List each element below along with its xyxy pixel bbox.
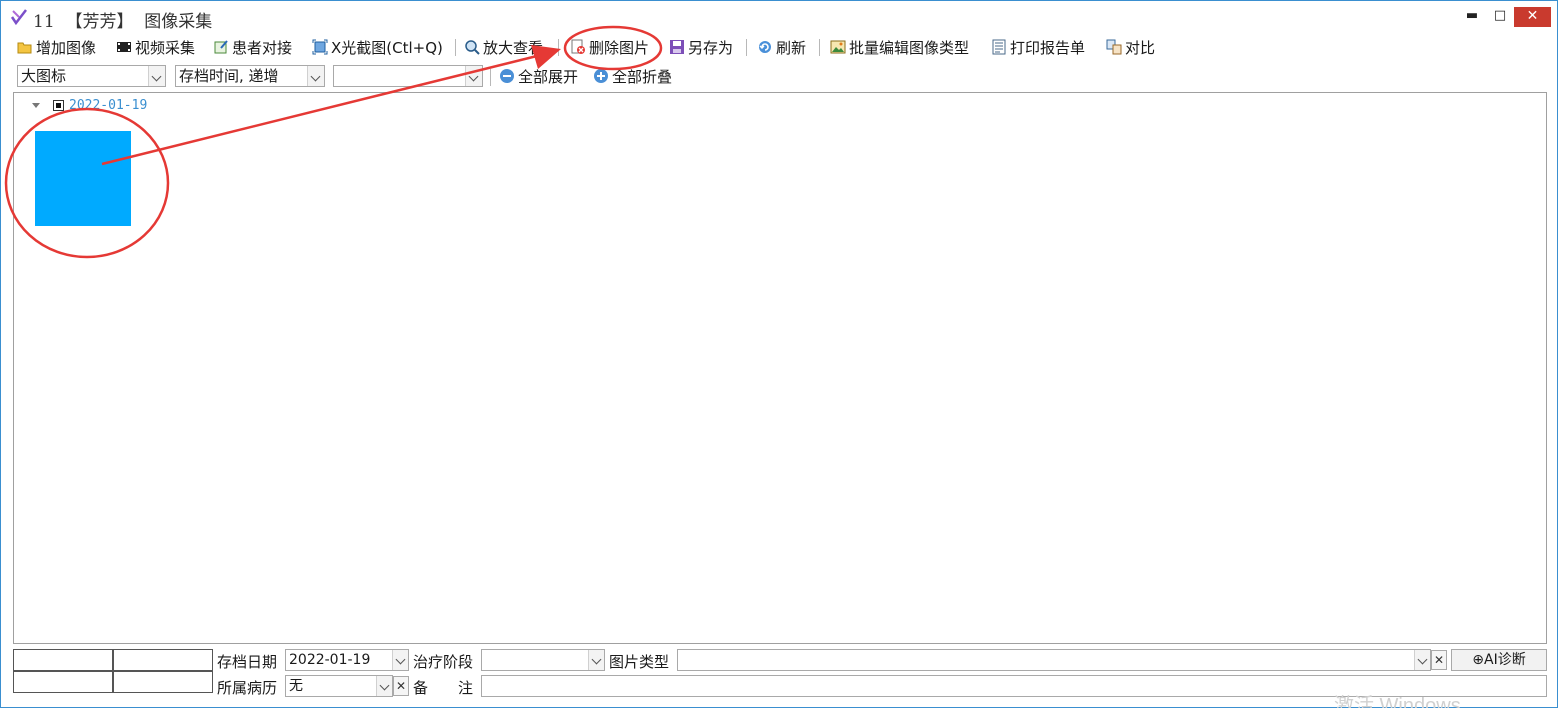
close-button[interactable]: ✕	[1514, 7, 1551, 27]
archive-date-value: 2022-01-19	[289, 652, 371, 668]
clear-image-type-button[interactable]: ✕	[1431, 650, 1447, 670]
toolbar-label: 放大查看	[483, 38, 544, 57]
toolbar-label: 刷新	[776, 38, 807, 57]
sort-order-value: 存档时间, 递增	[179, 67, 279, 85]
toolbar-label: X光截图(Ctl+Q)	[331, 38, 443, 57]
expand-all-button[interactable]: 全部展开	[499, 64, 578, 88]
window-title: 11 【芳芳】 图像采集	[33, 12, 213, 32]
minimize-button[interactable]: ▬	[1457, 1, 1487, 33]
zoom-icon	[465, 40, 480, 55]
clear-case-button[interactable]: ✕	[393, 676, 409, 696]
view-mode-value: 大图标	[21, 67, 67, 85]
toolbar-separator	[819, 39, 820, 56]
collapse-all-button[interactable]: 全部折叠	[593, 64, 672, 88]
patient-link-button[interactable]: 患者对接	[213, 35, 292, 59]
film-icon	[117, 42, 131, 52]
batch-edit-type-button[interactable]: 批量编辑图像类型	[830, 35, 969, 59]
chevron-down-icon[interactable]	[376, 676, 392, 696]
expand-all-label: 全部展开	[518, 67, 579, 86]
edit-doc-icon	[214, 40, 228, 54]
chevron-down-icon[interactable]	[465, 66, 482, 86]
image-edit-icon	[830, 40, 846, 54]
main-toolbar: 增加图像 视频采集 患者对接 X光截图(Ctl+Q) 放大查看 删除图片 另存为	[1, 35, 1557, 61]
sort-order-select[interactable]: 存档时间, 递增	[175, 65, 325, 87]
folder-open-icon	[17, 42, 32, 54]
case-select[interactable]: 无	[285, 675, 393, 697]
preview-cell	[113, 671, 213, 693]
zoom-view-button[interactable]: 放大查看	[464, 35, 543, 59]
print-report-icon	[992, 39, 1006, 55]
treatment-stage-select[interactable]	[481, 649, 605, 671]
expand-circle-icon	[594, 69, 608, 83]
toolbar-label: 增加图像	[36, 38, 97, 57]
preview-cell	[113, 649, 213, 671]
group-checkbox[interactable]	[53, 100, 64, 111]
refresh-button[interactable]: 刷新	[757, 35, 806, 59]
chevron-down-icon[interactable]	[588, 650, 604, 670]
image-type-label: 图片类型	[609, 653, 670, 671]
chevron-down-icon[interactable]	[307, 66, 324, 86]
toolbar-label: 删除图片	[589, 38, 650, 57]
toolbar-separator	[558, 39, 559, 56]
toolbar-label: 另存为	[688, 38, 734, 57]
toolbar-label: 视频采集	[135, 38, 196, 57]
chevron-down-icon[interactable]	[392, 650, 408, 670]
view-mode-select[interactable]: 大图标	[17, 65, 166, 87]
case-label: 所属病历	[217, 679, 278, 697]
chevron-down-icon[interactable]	[1414, 650, 1430, 670]
image-capture-window: 11 【芳芳】 图像采集 ▬ □ ✕ 增加图像 视频采集 患者对接 X光截图(C…	[0, 0, 1558, 708]
delete-image-button[interactable]: 删除图片	[570, 35, 649, 59]
preview-cell	[13, 649, 113, 671]
maximize-button[interactable]: □	[1485, 1, 1515, 33]
tree-group-date[interactable]: 2022-01-19	[69, 98, 147, 113]
toolbar-label: 患者对接	[232, 38, 293, 57]
ai-diagnosis-button[interactable]: ⊕AI诊断	[1451, 649, 1547, 671]
toolbar-label: 对比	[1125, 38, 1156, 57]
save-as-button[interactable]: 另存为	[669, 35, 733, 59]
filter-select[interactable]	[333, 65, 483, 87]
filter-toolbar: 大图标 存档时间, 递增 全部展开 全部折叠	[1, 63, 1557, 89]
delete-image-icon	[571, 39, 585, 54]
windows-activation-watermark: 激活 Windows	[1334, 695, 1461, 708]
screenshot-icon	[312, 39, 328, 55]
save-as-icon	[670, 40, 684, 54]
compare-button[interactable]: 对比	[1106, 35, 1155, 59]
archive-date-field[interactable]: 2022-01-19	[285, 649, 409, 671]
preview-cell	[13, 671, 113, 693]
print-report-button[interactable]: 打印报告单	[991, 35, 1085, 59]
collapse-all-label: 全部折叠	[612, 67, 673, 86]
add-image-button[interactable]: 增加图像	[17, 35, 96, 59]
compare-icon	[1106, 39, 1122, 55]
image-type-select[interactable]	[677, 649, 1431, 671]
toolbar-label: 批量编辑图像类型	[849, 38, 970, 57]
toolbar-separator	[455, 39, 456, 56]
case-value: 无	[289, 678, 303, 694]
remark-label: 备 注	[413, 679, 474, 697]
video-capture-button[interactable]: 视频采集	[116, 35, 195, 59]
image-tree-panel[interactable]: 2022-01-19	[13, 92, 1547, 644]
treatment-stage-label: 治疗阶段	[413, 653, 474, 671]
chevron-down-icon[interactable]	[148, 66, 165, 86]
tree-expand-icon[interactable]	[32, 103, 40, 108]
xray-screenshot-button[interactable]: X光截图(Ctl+Q)	[312, 35, 443, 59]
collapse-circle-icon	[500, 69, 514, 83]
toolbar-separator	[490, 69, 491, 86]
toolbar-label: 打印报告单	[1010, 38, 1086, 57]
title-bar: 11 【芳芳】 图像采集 ▬ □ ✕	[1, 1, 1557, 33]
image-thumbnail[interactable]	[35, 131, 131, 226]
refresh-icon	[759, 41, 771, 53]
toolbar-separator	[746, 39, 747, 56]
app-logo-icon	[10, 9, 27, 26]
archive-date-label: 存档日期	[217, 653, 278, 671]
